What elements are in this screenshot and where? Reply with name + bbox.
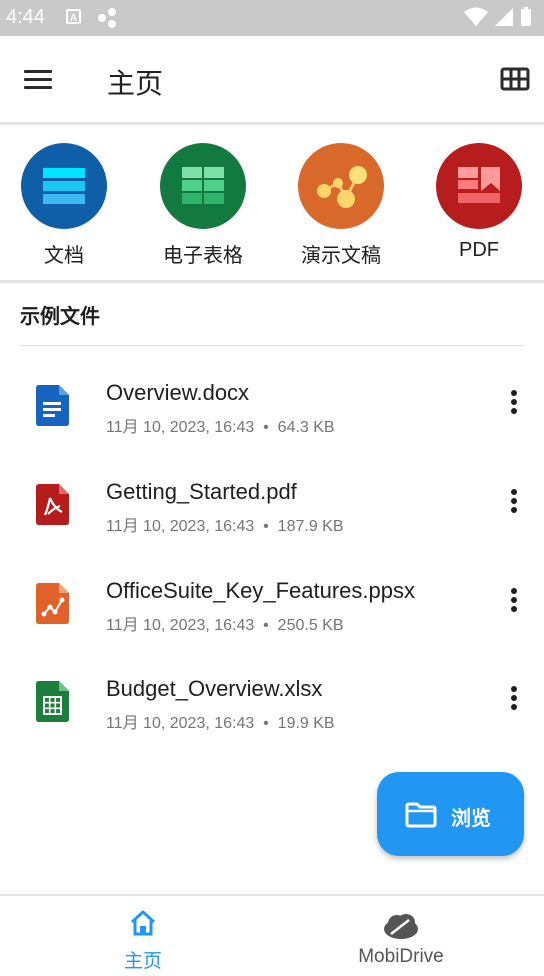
- meta-separator: •: [263, 617, 269, 634]
- file-meta: 11月 10, 2023, 16:43 • 250.5 KB: [106, 611, 344, 635]
- more-options-icon[interactable]: [504, 489, 524, 519]
- section-title: 示例文件: [20, 306, 100, 328]
- file-name: Budget_Overview.xlsx: [106, 676, 323, 701]
- ppsx-file-icon: [36, 583, 69, 624]
- file-row[interactable]: Overview.docx 11月 10, 2023, 16:43 • 64.3…: [0, 368, 544, 448]
- more-options-icon[interactable]: [504, 390, 524, 420]
- grid-view-icon[interactable]: [500, 66, 530, 92]
- signal-icon: [495, 8, 513, 26]
- pdf-file-icon: [36, 484, 69, 525]
- file-date: 11月 10, 2023, 16:43: [106, 419, 255, 436]
- category-row: 文档 电子表格 演示文稿 PDF: [0, 125, 544, 280]
- nav-item-home[interactable]: 主页: [7, 896, 279, 976]
- divider: [20, 345, 524, 346]
- category-label: PDF: [459, 239, 499, 261]
- browse-button[interactable]: 浏览: [377, 772, 524, 856]
- nav-label: 主页: [123, 951, 162, 972]
- file-row[interactable]: Getting_Started.pdf 11月 10, 2023, 16:43 …: [0, 467, 544, 547]
- file-name: OfficeSuite_Key_Features.ppsx: [106, 578, 415, 603]
- file-size: 64.3 KB: [277, 419, 335, 436]
- pdf-icon: [436, 143, 522, 229]
- docx-file-icon: [36, 385, 69, 426]
- file-meta: 11月 10, 2023, 16:43 • 187.9 KB: [106, 512, 344, 536]
- bottom-navigation: 主页 MobiDrive: [0, 896, 544, 976]
- category-spreadsheets[interactable]: 电子表格: [133, 143, 273, 268]
- file-date: 11月 10, 2023, 16:43: [106, 617, 255, 634]
- browse-label: 浏览: [451, 808, 491, 830]
- meta-separator: •: [263, 715, 269, 732]
- file-name: Overview.docx: [106, 380, 250, 405]
- cloud-icon: [384, 914, 418, 939]
- status-bar: 4:44 A: [0, 0, 544, 36]
- xlsx-file-icon: [36, 681, 69, 722]
- category-presentations[interactable]: 演示文稿: [271, 143, 411, 268]
- meta-separator: •: [263, 419, 269, 436]
- app-bar: 主页: [0, 36, 544, 122]
- file-size: 187.9 KB: [277, 518, 344, 535]
- presentation-icon: [298, 143, 384, 229]
- menu-icon[interactable]: [18, 62, 58, 96]
- nav-label: MobiDrive: [358, 946, 444, 967]
- status-time: 4:44: [6, 6, 45, 28]
- wifi-icon: [464, 7, 488, 26]
- file-meta: 11月 10, 2023, 16:43 • 64.3 KB: [106, 413, 335, 437]
- category-pdf[interactable]: PDF: [409, 143, 544, 262]
- category-documents[interactable]: 文档: [0, 143, 134, 268]
- file-size: 250.5 KB: [277, 617, 344, 634]
- divider: [0, 280, 544, 283]
- file-date: 11月 10, 2023, 16:43: [106, 715, 255, 732]
- page-title: 主页: [107, 68, 164, 99]
- more-options-icon[interactable]: [504, 588, 524, 618]
- meta-separator: •: [263, 518, 269, 535]
- category-label: 电子表格: [163, 245, 243, 267]
- folder-icon: [405, 802, 437, 828]
- file-date: 11月 10, 2023, 16:43: [106, 518, 255, 535]
- file-meta: 11月 10, 2023, 16:43 • 19.9 KB: [106, 709, 335, 733]
- document-icon: [21, 143, 107, 229]
- battery-icon: [521, 7, 531, 26]
- category-label: 文档: [44, 245, 84, 267]
- file-row[interactable]: Budget_Overview.xlsx 11月 10, 2023, 16:43…: [0, 664, 544, 744]
- spreadsheet-icon: [160, 143, 246, 229]
- home-icon: [130, 910, 156, 936]
- share-icon: [98, 8, 116, 28]
- nav-item-mobidrive[interactable]: MobiDrive: [265, 896, 537, 976]
- more-options-icon[interactable]: [504, 686, 524, 716]
- category-label: 演示文稿: [301, 245, 381, 267]
- file-size: 19.9 KB: [277, 715, 335, 732]
- notification-a-icon: A: [66, 9, 81, 24]
- file-name: Getting_Started.pdf: [106, 479, 297, 504]
- file-row[interactable]: OfficeSuite_Key_Features.ppsx 11月 10, 20…: [0, 566, 544, 646]
